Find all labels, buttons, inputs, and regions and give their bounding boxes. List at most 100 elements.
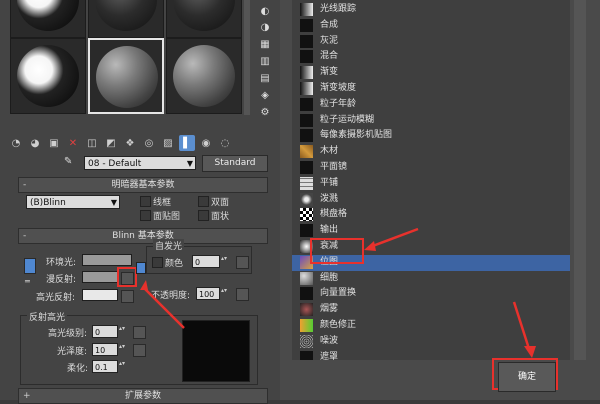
self-illum-map-button[interactable] xyxy=(236,256,249,269)
blinn-rollout-header[interactable]: - Blinn 基本参数 xyxy=(18,228,268,244)
sample-type-icon[interactable]: ◐ xyxy=(258,4,272,18)
tile-icon xyxy=(300,176,313,190)
list-item[interactable]: 粒子运动模糊 xyxy=(292,113,570,129)
go-parent-icon[interactable]: ◉ xyxy=(198,135,214,151)
material-toolbar: ◔ ◕ ▣ ✕ ◫ ◩ ❖ ◎ ▨ ▌ ◉ ◌ xyxy=(8,133,233,153)
list-item[interactable]: 泼溅 xyxy=(292,192,570,208)
map-list-scrollbar[interactable] xyxy=(574,0,586,360)
specular-level-spinner[interactable]: 0 ▴▾ xyxy=(92,325,125,338)
sample-slot-6[interactable] xyxy=(166,38,242,114)
sample-slot-4[interactable] xyxy=(10,38,86,114)
list-item[interactable]: 渐变坡度 xyxy=(292,81,570,97)
diffuse-map-highlight xyxy=(117,267,137,287)
blank-icon xyxy=(300,34,313,48)
list-item[interactable]: 每像素摄影机贴图 xyxy=(292,128,570,144)
chevron-down-icon: ▼ xyxy=(186,159,193,168)
list-item-label: 灰泥 xyxy=(320,35,339,46)
list-item[interactable]: 灰泥 xyxy=(292,34,570,50)
specular-map-button[interactable] xyxy=(121,290,134,303)
diffuse-color-swatch[interactable] xyxy=(82,271,118,283)
self-illum-color-checkbox[interactable] xyxy=(152,257,163,268)
blank-icon xyxy=(300,129,313,143)
wire-checkbox[interactable] xyxy=(140,196,151,207)
list-item[interactable]: 粒子年龄 xyxy=(292,97,570,113)
list-item-label: 每像素摄影机贴图 xyxy=(320,130,393,141)
two-sided-checkbox[interactable] xyxy=(198,196,209,207)
opacity-map-button[interactable] xyxy=(236,288,249,301)
faceted-label: 面状 xyxy=(211,212,230,222)
list-item-label: 棋盘格 xyxy=(320,209,348,220)
background-icon[interactable]: ▦ xyxy=(258,37,272,51)
two-sided-label: 双面 xyxy=(211,198,230,208)
wire-label: 线框 xyxy=(153,198,172,208)
sample-slot-selected[interactable] xyxy=(88,38,164,114)
slots-scrollbar[interactable] xyxy=(244,0,250,115)
eyedropper-icon[interactable]: ✎ xyxy=(64,156,78,168)
collapse-icon: - xyxy=(23,180,27,190)
list-item[interactable]: 木材 xyxy=(292,144,570,160)
ok-button[interactable]: 确定 xyxy=(498,362,556,392)
list-item[interactable]: 输出 xyxy=(292,223,570,239)
opacity-spinner[interactable]: 100 ▴▾ xyxy=(196,287,227,300)
glossiness-spinner[interactable]: 10 ▴▾ xyxy=(92,343,125,356)
show-end-result-icon[interactable]: ▌ xyxy=(179,135,195,151)
list-item[interactable]: 平面镜 xyxy=(292,160,570,176)
make-preview-icon[interactable]: ◈ xyxy=(258,88,272,102)
blank-icon xyxy=(300,18,313,32)
sample-slot-1[interactable] xyxy=(10,0,86,38)
list-item[interactable]: 棋盘格 xyxy=(292,207,570,223)
cellular-icon xyxy=(300,271,313,285)
gradient-icon xyxy=(300,82,313,95)
get-material-icon[interactable]: ◔ xyxy=(8,135,24,151)
put-to-scene-icon[interactable]: ◕ xyxy=(27,135,43,151)
specular-label: 高光反射: xyxy=(36,293,76,303)
go-sibling-icon[interactable]: ◌ xyxy=(217,135,233,151)
list-item[interactable]: 细胞 xyxy=(292,271,570,287)
ambient-color-swatch[interactable] xyxy=(82,254,132,266)
list-item-label: 粒子运动模糊 xyxy=(320,114,375,125)
glossiness-map-button[interactable] xyxy=(133,344,146,357)
sample-slot-2[interactable] xyxy=(88,0,164,38)
list-item-label: 混合 xyxy=(320,51,339,62)
self-illum-spinner[interactable]: 0 ▴▾ xyxy=(192,255,227,268)
sample-slot-3[interactable] xyxy=(166,0,242,38)
reset-icon[interactable]: ✕ xyxy=(65,135,81,151)
video-color-icon[interactable]: ▤ xyxy=(258,71,272,85)
list-item-label: 细胞 xyxy=(320,272,339,283)
list-item[interactable]: 混合 xyxy=(292,49,570,65)
put-library-icon[interactable]: ❖ xyxy=(122,135,138,151)
faceted-checkbox[interactable] xyxy=(198,210,209,221)
blank-icon xyxy=(300,113,313,127)
show-map-icon[interactable]: ▨ xyxy=(160,135,176,151)
lock-diffuse-specular-button[interactable] xyxy=(136,262,146,274)
options-icon[interactable]: ⚙ xyxy=(258,105,272,119)
make-unique-icon[interactable]: ◩ xyxy=(103,135,119,151)
wood-icon xyxy=(300,145,313,159)
material-id-icon[interactable]: ◎ xyxy=(141,135,157,151)
material-name-field[interactable]: 08 - Default ▼ xyxy=(84,156,196,170)
list-item-label: 合成 xyxy=(320,19,339,30)
face-map-checkbox[interactable] xyxy=(140,210,151,221)
lock-ambient-button[interactable] xyxy=(24,258,36,274)
soften-spinner[interactable]: 0.1 ▴▾ xyxy=(92,360,125,373)
specular-color-swatch[interactable] xyxy=(82,289,118,301)
list-item[interactable]: 平铺 xyxy=(292,176,570,192)
list-item-label: 噪波 xyxy=(320,335,339,346)
copy-material-icon[interactable]: ◫ xyxy=(84,135,100,151)
material-type-button[interactable]: Standard xyxy=(202,155,268,172)
shader-rollout-header[interactable]: - 明暗器基本参数 xyxy=(18,177,268,193)
list-item[interactable]: 光线跟踪 xyxy=(292,2,570,18)
link-icon[interactable]: ═ xyxy=(25,278,33,286)
backlight-icon[interactable]: ◑ xyxy=(258,20,272,34)
list-item[interactable]: 合成 xyxy=(292,18,570,34)
list-item-label: 平铺 xyxy=(320,177,339,188)
annotation-arrow xyxy=(140,280,185,329)
assign-material-icon[interactable]: ▣ xyxy=(46,135,62,151)
extended-rollout-header[interactable]: + 扩展参数 xyxy=(18,388,268,404)
list-item[interactable]: 渐变 xyxy=(292,65,570,81)
uv-tiling-icon[interactable]: ▥ xyxy=(258,54,272,68)
chevron-down-icon: ▼ xyxy=(110,198,117,207)
shader-type-dropdown[interactable]: (B)Blinn ▼ xyxy=(26,195,120,209)
color-icon xyxy=(300,319,313,332)
list-item-label: 泼溅 xyxy=(320,193,339,204)
